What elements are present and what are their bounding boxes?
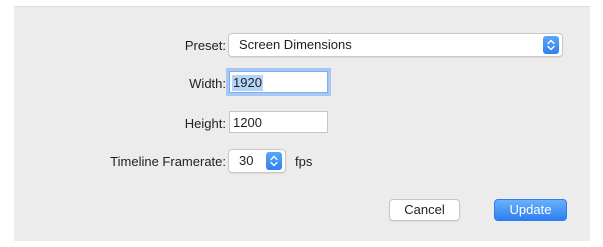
width-field[interactable]: 1920: [229, 71, 328, 93]
stepper-arrows-icon: [266, 152, 282, 170]
preset-popup[interactable]: Screen Dimensions: [228, 33, 563, 57]
update-button[interactable]: Update: [494, 199, 567, 221]
framerate-popup[interactable]: 30: [228, 149, 286, 173]
height-field[interactable]: 1200: [229, 111, 328, 133]
fps-unit-label: fps: [295, 154, 313, 169]
preset-value: Screen Dimensions: [239, 37, 352, 52]
height-label: Height:: [184, 116, 226, 131]
stepper-arrows-icon: [543, 36, 559, 54]
timeline-framerate-label: Timeline Framerate:: [110, 154, 226, 169]
width-label: Width:: [189, 76, 226, 91]
height-value: 1200: [233, 115, 262, 130]
width-value: 1920: [232, 75, 263, 91]
document-settings-dialog: Preset: Screen Dimensions Width: 1920 He…: [14, 6, 590, 241]
cancel-button[interactable]: Cancel: [389, 199, 460, 221]
preset-label: Preset:: [184, 38, 226, 53]
framerate-value: 30: [239, 153, 254, 168]
